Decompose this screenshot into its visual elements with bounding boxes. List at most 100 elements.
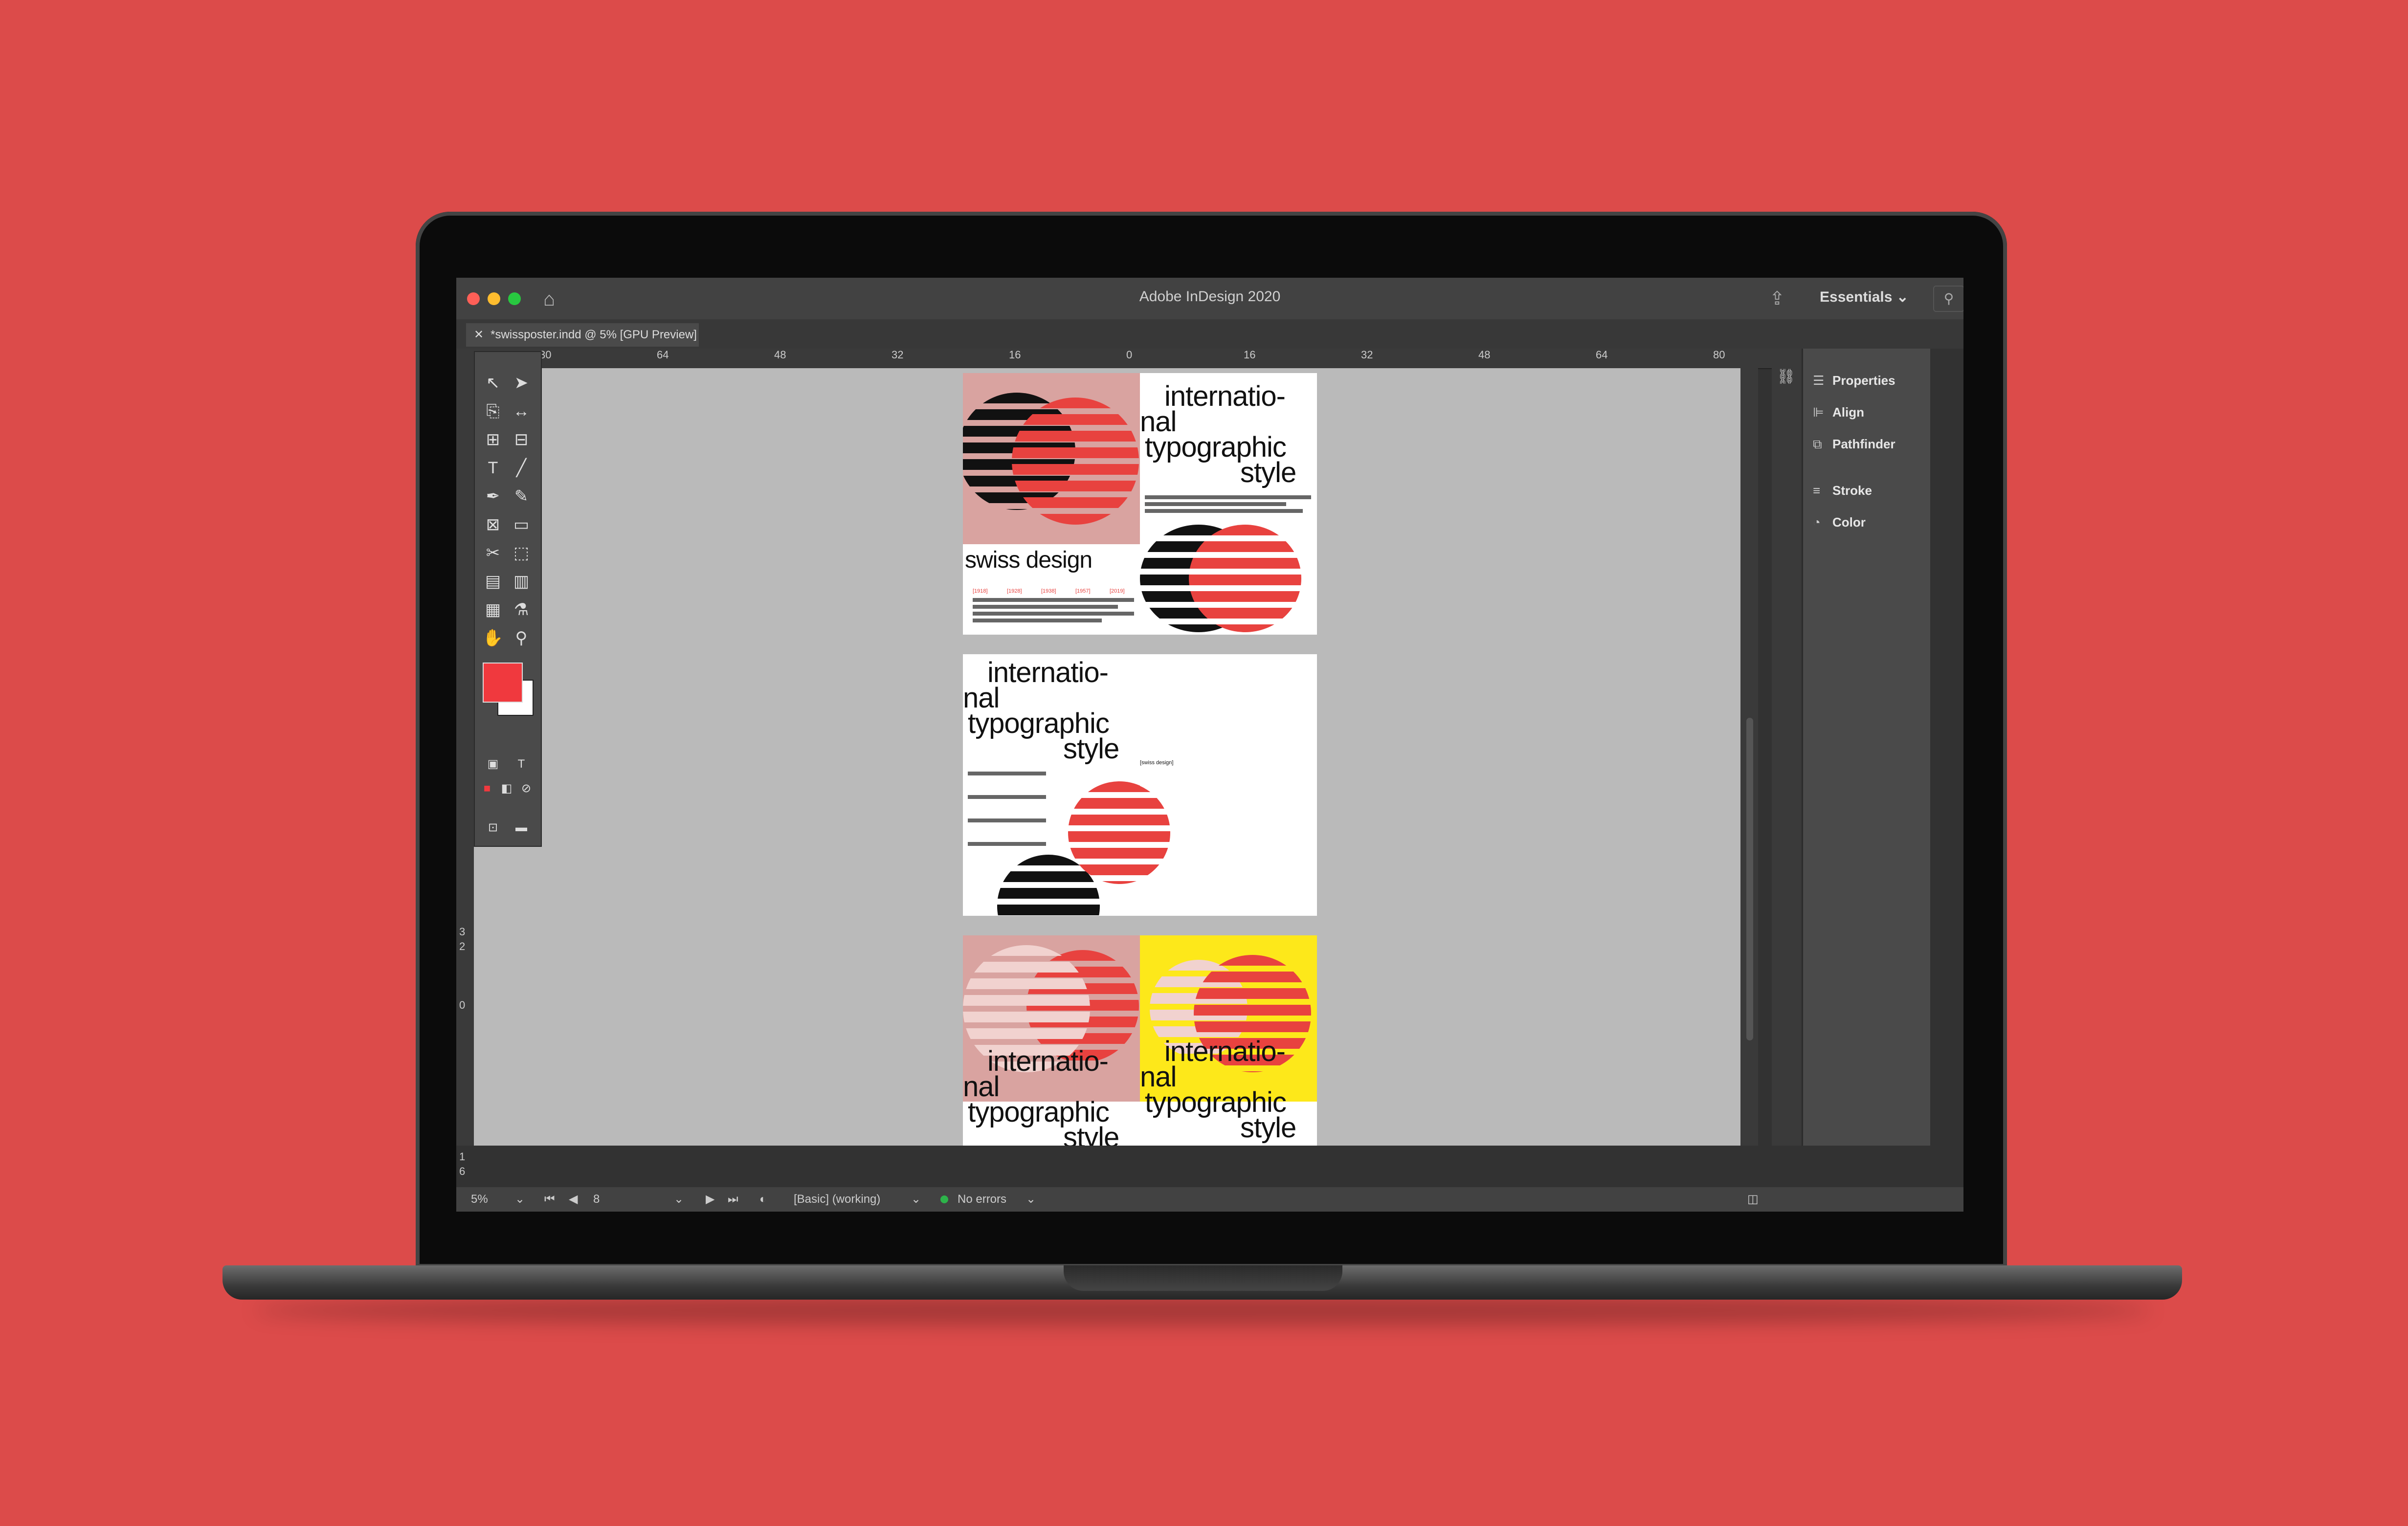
- previous-page-icon[interactable]: ◀: [569, 1187, 578, 1212]
- page-left-2[interactable]: internatio- nal typographic style: [963, 654, 1140, 916]
- panel-pathfinder[interactable]: ⧉ Pathfinder: [1813, 432, 1895, 456]
- panel-label: Align: [1832, 405, 1864, 420]
- page-dropdown-icon[interactable]: ⌄: [674, 1187, 684, 1212]
- panel-color[interactable]: ◔ Color: [1813, 510, 1866, 534]
- color-icon: ◔: [1813, 515, 1821, 530]
- panel-label: Stroke: [1832, 483, 1872, 498]
- ruler-tick: 1: [459, 1150, 466, 1163]
- pasteboard[interactable]: swiss design [1918] [1928] [1938] [1957]…: [474, 368, 1740, 1146]
- text-placeholder-bars: [968, 772, 1046, 849]
- content-collector-icon[interactable]: ⊞: [481, 428, 505, 451]
- year-label: [1957]: [1075, 588, 1091, 594]
- vertical-ruler[interactable]: 3 2 0 1 6: [456, 368, 474, 1177]
- ruler-tick: 0: [459, 999, 466, 1011]
- tools-panel: ↖ ➤ ⎘ ↔ ⊞ ⊟ T ╱ ✒ ✎ ⊠ ▭ ✂ ⬚ ▤ ▥ ▦ ⚗ ✋ ⚲ …: [474, 351, 542, 847]
- type-tool-icon[interactable]: T: [481, 457, 505, 479]
- document-tab-row: ✕ *swissposter.indd @ 5% [GPU Preview]: [456, 319, 1963, 349]
- headline-line: style: [1240, 1112, 1296, 1144]
- ruler-tick: 16: [1244, 349, 1256, 361]
- first-page-icon[interactable]: ⏮: [544, 1187, 555, 1212]
- page-left-3[interactable]: internatio- nal typographic style: [963, 935, 1140, 1146]
- links-icon[interactable]: ⛓: [1777, 368, 1795, 385]
- apply-none-icon[interactable]: ⊘: [514, 777, 538, 800]
- ruler-tick: 2: [459, 940, 466, 952]
- panel-properties[interactable]: ☰ Properties: [1813, 368, 1895, 393]
- ruler-tick: 48: [774, 349, 786, 361]
- selection-tool-icon[interactable]: ↖: [481, 372, 505, 394]
- text-placeholder-bars: [1145, 495, 1311, 516]
- ruler-tick: 16: [1009, 349, 1021, 361]
- line-tool-icon[interactable]: ╱: [509, 457, 534, 479]
- rectangle-frame-tool-icon[interactable]: ⊠: [481, 513, 505, 536]
- page-right-2[interactable]: [swiss design]: [1140, 654, 1317, 916]
- workspace-switcher[interactable]: Essentials ⌄: [1820, 288, 1909, 306]
- preflight-profile[interactable]: [Basic] (working): [794, 1187, 880, 1212]
- headline-line: style: [1063, 733, 1119, 765]
- app-title: Adobe InDesign 2020: [1139, 288, 1281, 305]
- ruler-tick: 64: [1596, 349, 1608, 361]
- headline-line: internatio-: [987, 1045, 1109, 1077]
- close-tab-icon[interactable]: ✕: [474, 328, 484, 341]
- errors-dropdown-icon[interactable]: ⌄: [1026, 1187, 1036, 1212]
- page-right-3[interactable]: internatio- nal typographic style: [1140, 935, 1317, 1146]
- headline-line: style: [1063, 1122, 1119, 1146]
- fill-swatch[interactable]: [483, 663, 523, 703]
- profile-dropdown-icon[interactable]: ⌄: [911, 1187, 921, 1212]
- horizontal-ruler[interactable]: 80 64 48 32 16 0 16 32 48 64 80: [456, 349, 1772, 369]
- note-tool-icon[interactable]: ▦: [481, 598, 505, 621]
- gap-tool-icon[interactable]: ↔: [509, 400, 534, 422]
- ruler-tick: 64: [657, 349, 669, 361]
- last-page-icon[interactable]: ⏭: [728, 1187, 738, 1212]
- share-icon[interactable]: ⇪: [1769, 288, 1785, 310]
- ruler-tick: 0: [1126, 349, 1133, 361]
- pencil-tool-icon[interactable]: ✎: [509, 485, 534, 508]
- panel-dock: ☰ Properties ⊫ Align ⧉ Pathfinder ≡ Stroke ◔…: [1802, 349, 1930, 1146]
- year-label: [1938]: [1041, 588, 1056, 594]
- laptop-notch: [1064, 1265, 1342, 1291]
- content-placer-icon[interactable]: ⊟: [509, 428, 534, 451]
- free-transform-tool-icon[interactable]: ⬚: [509, 542, 534, 564]
- scissors-tool-icon[interactable]: ✂: [481, 542, 505, 564]
- rectangle-tool-icon[interactable]: ▭: [509, 513, 534, 536]
- zoom-level-field[interactable]: 5%: [471, 1187, 488, 1212]
- headline-line: internatio-: [987, 657, 1109, 688]
- app-window: ⌂ Adobe InDesign 2020 ⇪ Essentials ⌄ ⚲ ✕…: [456, 278, 1963, 1212]
- chevron-down-icon: ⌄: [1896, 289, 1909, 305]
- zoom-dropdown-icon[interactable]: ⌄: [515, 1187, 525, 1212]
- normal-mode-icon[interactable]: ⊡: [481, 817, 505, 839]
- pen-tool-icon[interactable]: ✒: [481, 485, 505, 508]
- stroke-icon: ≡: [1813, 483, 1821, 498]
- formatting-text-icon[interactable]: T: [509, 753, 534, 775]
- ruler-tick: 6: [459, 1165, 466, 1177]
- preview-mode-icon[interactable]: ▬: [509, 817, 534, 839]
- gradient-swatch-tool-icon[interactable]: ▤: [481, 570, 505, 593]
- eyedropper-tool-icon[interactable]: ⚗: [509, 598, 534, 621]
- hand-tool-icon[interactable]: ✋: [481, 627, 505, 649]
- pathfinder-icon: ⧉: [1813, 437, 1822, 451]
- year-label: [1918]: [973, 588, 988, 594]
- page-number-field[interactable]: 8: [593, 1187, 600, 1212]
- page-right-1[interactable]: internatio- nal typographic style: [1140, 373, 1317, 635]
- zoom-tool-icon[interactable]: ⚲: [509, 627, 534, 649]
- ruler-tick: 32: [1361, 349, 1373, 361]
- search-icon: ⚲: [1943, 291, 1954, 306]
- scroll-thumb[interactable]: [1746, 718, 1753, 1040]
- panel-label: Properties: [1832, 373, 1895, 388]
- page-tool-icon[interactable]: ⎘: [481, 400, 505, 422]
- red-striped-circle: [1140, 781, 1170, 884]
- direct-selection-tool-icon[interactable]: ➤: [509, 372, 534, 394]
- panel-stroke[interactable]: ≡ Stroke: [1813, 478, 1872, 503]
- next-page-icon[interactable]: ▶: [706, 1187, 714, 1212]
- panel-label: Pathfinder: [1832, 437, 1895, 451]
- page-left-1[interactable]: swiss design [1918] [1928] [1938] [1957]…: [963, 373, 1140, 635]
- panel-align[interactable]: ⊫ Align: [1813, 400, 1864, 424]
- preflight-icon[interactable]: ◐: [759, 1187, 767, 1212]
- search-button[interactable]: ⚲: [1933, 286, 1963, 312]
- gradient-feather-tool-icon[interactable]: ▥: [509, 570, 534, 593]
- swiss-tag: [swiss design]: [1140, 760, 1174, 766]
- panel-label: Color: [1832, 515, 1866, 530]
- document-tab[interactable]: ✕ *swissposter.indd @ 5% [GPU Preview]: [466, 323, 699, 347]
- split-layout-icon[interactable]: ◫: [1747, 1187, 1759, 1212]
- document-tab-label: *swissposter.indd @ 5% [GPU Preview]: [491, 328, 697, 341]
- formatting-container-icon[interactable]: ▣: [481, 753, 505, 775]
